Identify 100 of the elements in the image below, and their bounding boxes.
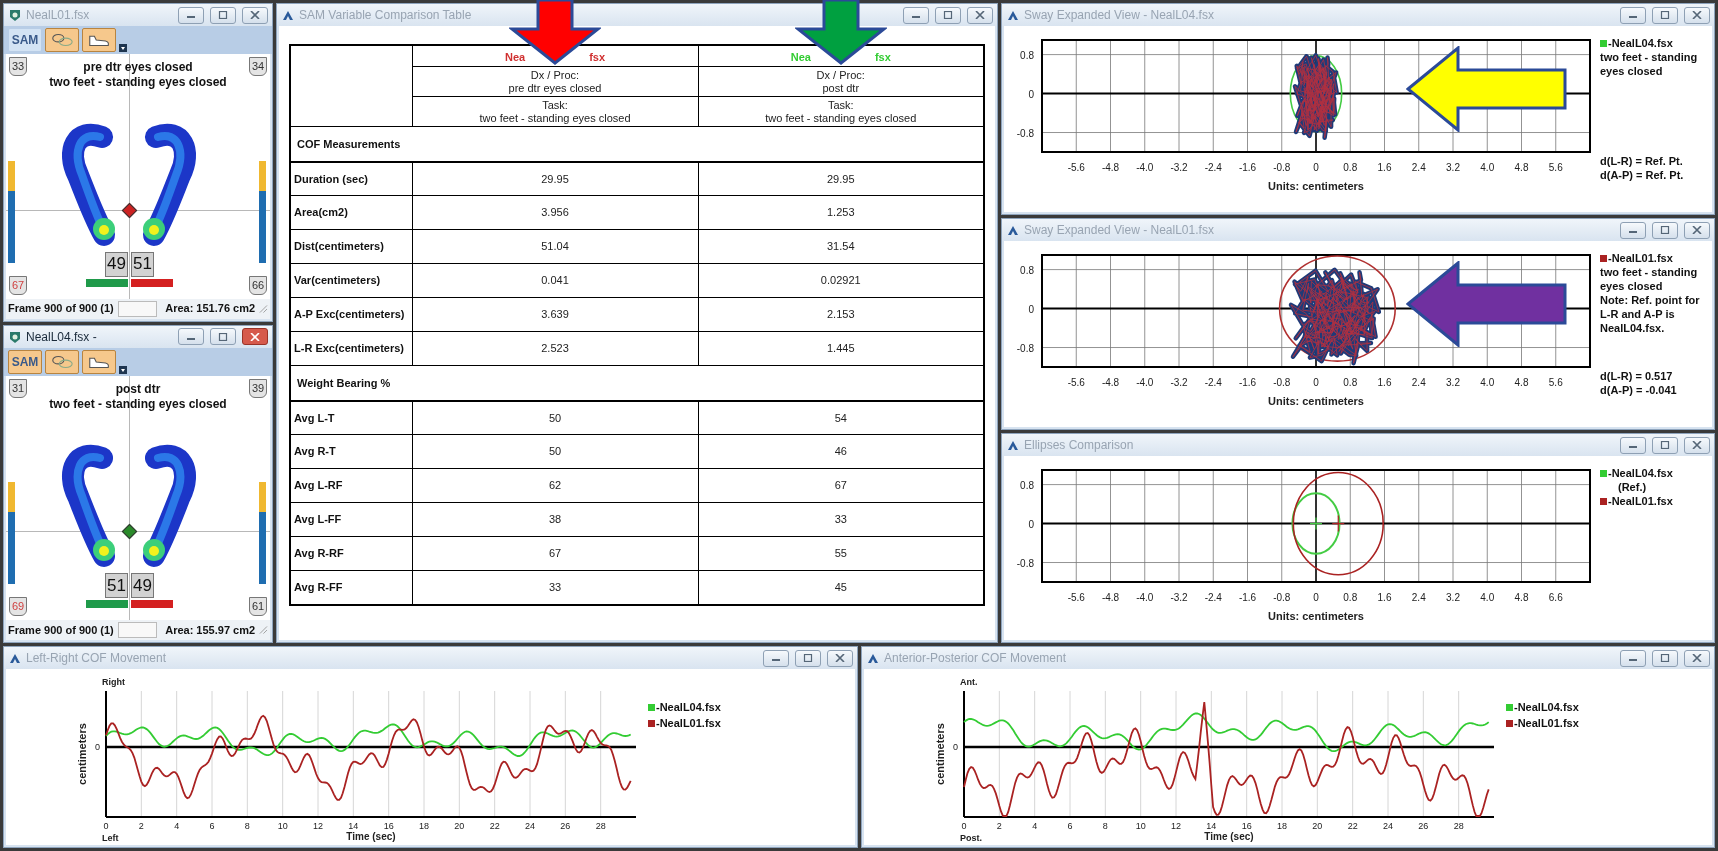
tick-label: 0 [103,821,109,831]
tick-label: -2.4 [1204,592,1222,603]
tick-label: 16 [383,821,394,831]
tick-label: 6 [1067,821,1073,831]
minimize-button[interactable] [1620,6,1646,24]
window-title: Sway Expanded View - NealL01.fsx [1024,222,1214,239]
tick-label: 5.6 [1548,162,1563,173]
tick-label: 4.8 [1514,592,1529,603]
window-title: Left-Right COF Movement [26,650,167,667]
minimize-button[interactable] [178,328,204,345]
tick-label: -5.6 [1067,162,1085,173]
row-label: Avg L-T [290,400,412,435]
tick-label: -2.4 [1204,377,1222,388]
maximize-button[interactable] [935,6,961,24]
maximize-button[interactable] [1652,436,1678,454]
corner-badge: 31 [9,378,27,398]
file-name: fsx [589,49,606,65]
resize-grip-icon [259,625,268,635]
close-icon [250,332,260,341]
minimize-button[interactable] [1620,649,1646,667]
close-button[interactable] [242,328,268,345]
tool-button[interactable] [82,28,116,52]
minimize-button[interactable] [763,649,789,667]
tick-label: -2.4 [1204,162,1222,173]
dropdown-caret-icon [119,365,127,374]
tick-label: -3.2 [1170,162,1188,173]
weight-value: 49 [105,251,128,277]
maximize-button[interactable] [1652,221,1678,239]
tick-label: -0.8 [1273,592,1291,603]
tick-label: 16 [1241,821,1252,831]
legend-note: two feet - standing [1600,265,1699,279]
window-title: SAM Variable Comparison Table [299,7,472,24]
maximize-button[interactable] [795,649,821,667]
maximize-button[interactable] [1652,649,1678,667]
maximize-button[interactable] [1652,6,1678,24]
heading-text: two feet - standing eyes closed [49,396,227,412]
tick-label: -4.0 [1136,592,1154,603]
header-label: Dx / Proc: [529,68,581,82]
close-button[interactable] [1684,6,1710,24]
minimize-button[interactable] [1620,221,1646,239]
section-heading: Weight Bearing % [290,365,984,401]
heading-text: two feet - standing eyes closed [49,75,227,90]
section-heading: COF Measurements [290,126,984,162]
row-label: Var(centimeters) [290,263,412,298]
close-button[interactable] [827,649,853,667]
axis-title: Time (sec) [346,831,396,842]
balance-bar [86,278,128,287]
table-cell: 62 [412,468,698,503]
dropdown-caret-icon [119,44,127,52]
close-button[interactable] [1684,649,1710,667]
tick-label: 8 [244,821,250,831]
tick-label: 4 [1032,821,1038,831]
loops-icon [50,353,74,370]
legend-note: d(A-P) = Ref. Pt. [1600,168,1685,182]
maximize-icon [1660,654,1670,662]
close-button[interactable] [1684,436,1710,454]
area-readout: Area: 155.97 cm2 [165,622,256,638]
window-title: Ellipses Comparison [1024,437,1134,454]
tick-label: 28 [595,821,606,831]
maximize-icon [218,332,228,341]
axis-title: Units: centimeters [1268,180,1364,192]
sam-button[interactable]: SAM [8,28,42,52]
frame-counter: Frame 900 of 900 (1) [8,622,114,638]
maximize-button[interactable] [210,6,236,24]
maximize-icon [1660,441,1670,449]
close-icon [1692,226,1702,234]
tick-label: 0.8 [1343,377,1358,388]
legend-note: eyes closed [1600,279,1664,293]
header-value: pre dtr eyes closed [507,81,603,95]
tool-button[interactable] [82,349,116,374]
axis-title: centimeters [76,723,88,785]
window-title: Sway Expanded View - NealL04.fsx [1024,7,1214,24]
tick-label: 10 [277,821,288,831]
axis-title: Time (sec) [1204,831,1254,842]
close-icon [250,11,260,19]
window-title: Anterior-Posterior COF Movement [884,650,1067,667]
minimize-button[interactable] [1620,436,1646,454]
close-button[interactable] [1684,221,1710,239]
axis-end-label: Ant. [960,677,978,687]
minimize-button[interactable] [903,6,929,24]
tick-label: -0.8 [1016,342,1034,354]
maximize-icon [1660,226,1670,234]
tick-label: 4 [174,821,180,831]
legend-label: -NealL01.fsx [1514,716,1579,731]
close-button[interactable] [967,6,993,24]
badge-icon [8,329,22,344]
file-name: Nea [790,49,811,65]
header-label: Task: [541,98,569,112]
minimize-button[interactable] [178,6,204,24]
table-cell: 29.95 [412,161,698,196]
sam-button[interactable]: SAM [8,349,42,374]
tick-label: 26 [1418,821,1429,831]
legend-label: -NealL04.fsx [1608,36,1673,50]
legend-note: NealL04.fsx. [1600,321,1666,335]
tick-label: 0 [961,821,967,831]
table-cell: 3.639 [412,297,698,332]
maximize-button[interactable] [210,328,236,345]
tick-label: 0 [1028,303,1034,315]
badge-icon [8,8,22,22]
close-button[interactable] [242,6,268,24]
